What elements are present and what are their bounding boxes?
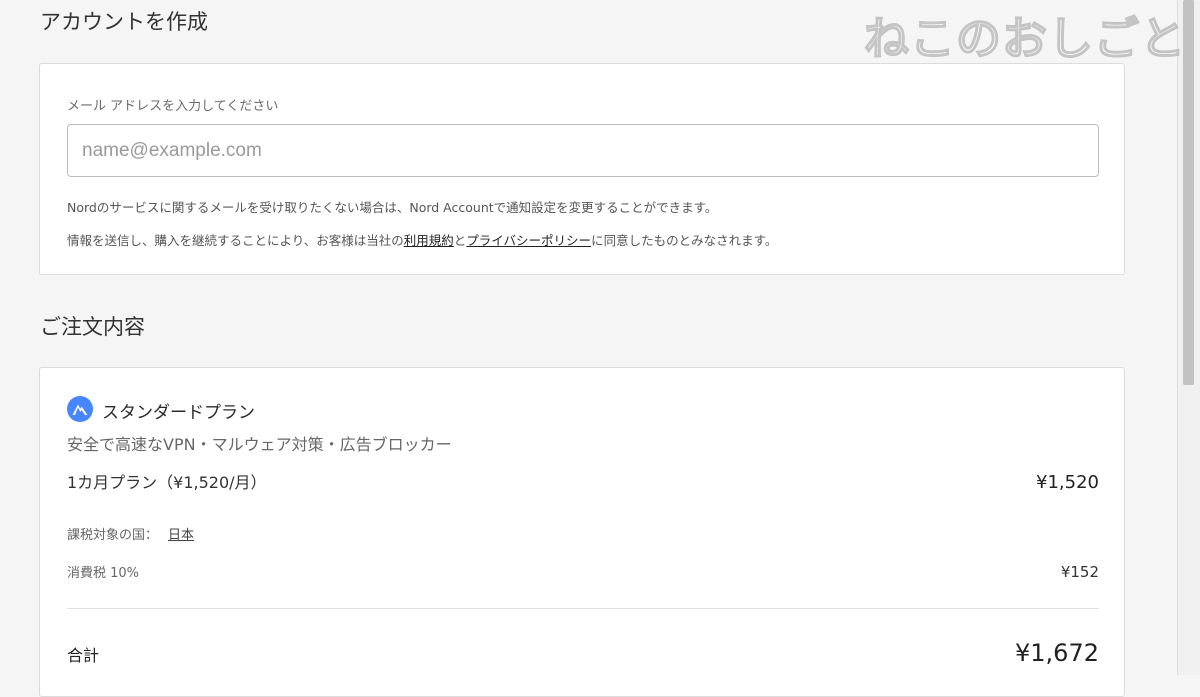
privacy-policy-link[interactable]: プライバシーポリシー [466,233,591,248]
order-summary-card: スタンダードプラン 安全で高速なVPN・マルウェア対策・広告ブロッカー 1カ月プ… [39,367,1125,697]
watermark-logo: ねこのおしごと [863,11,1186,66]
plan-period-label: 1カ月プラン（¥1,520/月） [67,473,267,492]
order-section-title: ご注文内容 [40,315,145,339]
plan-price-row: 1カ月プラン（¥1,520/月） ¥1,520 [67,469,1099,493]
tax-row: 消費税 10% ¥152 [67,562,1099,581]
email-notification-note: Nordのサービスに関するメールを受け取りたくない場合は、Nord Accoun… [67,200,718,215]
page-scrollbar[interactable] [1177,0,1200,675]
total-row: 合計 ¥1,672 [67,639,1099,667]
terms-consent-note: 情報を送信し、購入を継続することにより、お客様は当社の利用規約とプライバシーポリ… [67,230,777,249]
terms-of-service-link[interactable]: 利用規約 [404,233,454,248]
email-input[interactable] [67,124,1099,177]
tax-label: 消費税 10% [67,566,140,581]
email-label: メール アドレスを入力してください [67,99,279,114]
total-amount: ¥1,672 [1015,639,1099,667]
consent-text-after: に同意したものとみなされます。 [591,233,778,248]
tax-country-link[interactable]: 日本 [168,528,194,543]
summary-divider [67,608,1099,609]
plan-description: 安全で高速なVPN・マルウェア対策・広告ブロッカー [67,435,452,454]
account-card: メール アドレスを入力してください Nordのサービスに関するメールを受け取りた… [39,63,1125,275]
total-label: 合計 [67,646,100,665]
plan-name: スタンダードプラン [102,403,255,423]
tax-amount: ¥152 [1060,563,1099,581]
plan-price: ¥1,520 [1036,472,1099,493]
tax-country-label: 課税対象の国： [67,528,159,543]
consent-text-before: 情報を送信し、購入を継続することにより、お客様は当社の [67,233,404,248]
tax-country-row: 課税対象の国： 日本 [67,524,1099,543]
nordvpn-logo-icon [67,396,93,422]
consent-text-and: と [453,233,467,248]
account-section-title: アカウントを作成 [40,10,208,34]
